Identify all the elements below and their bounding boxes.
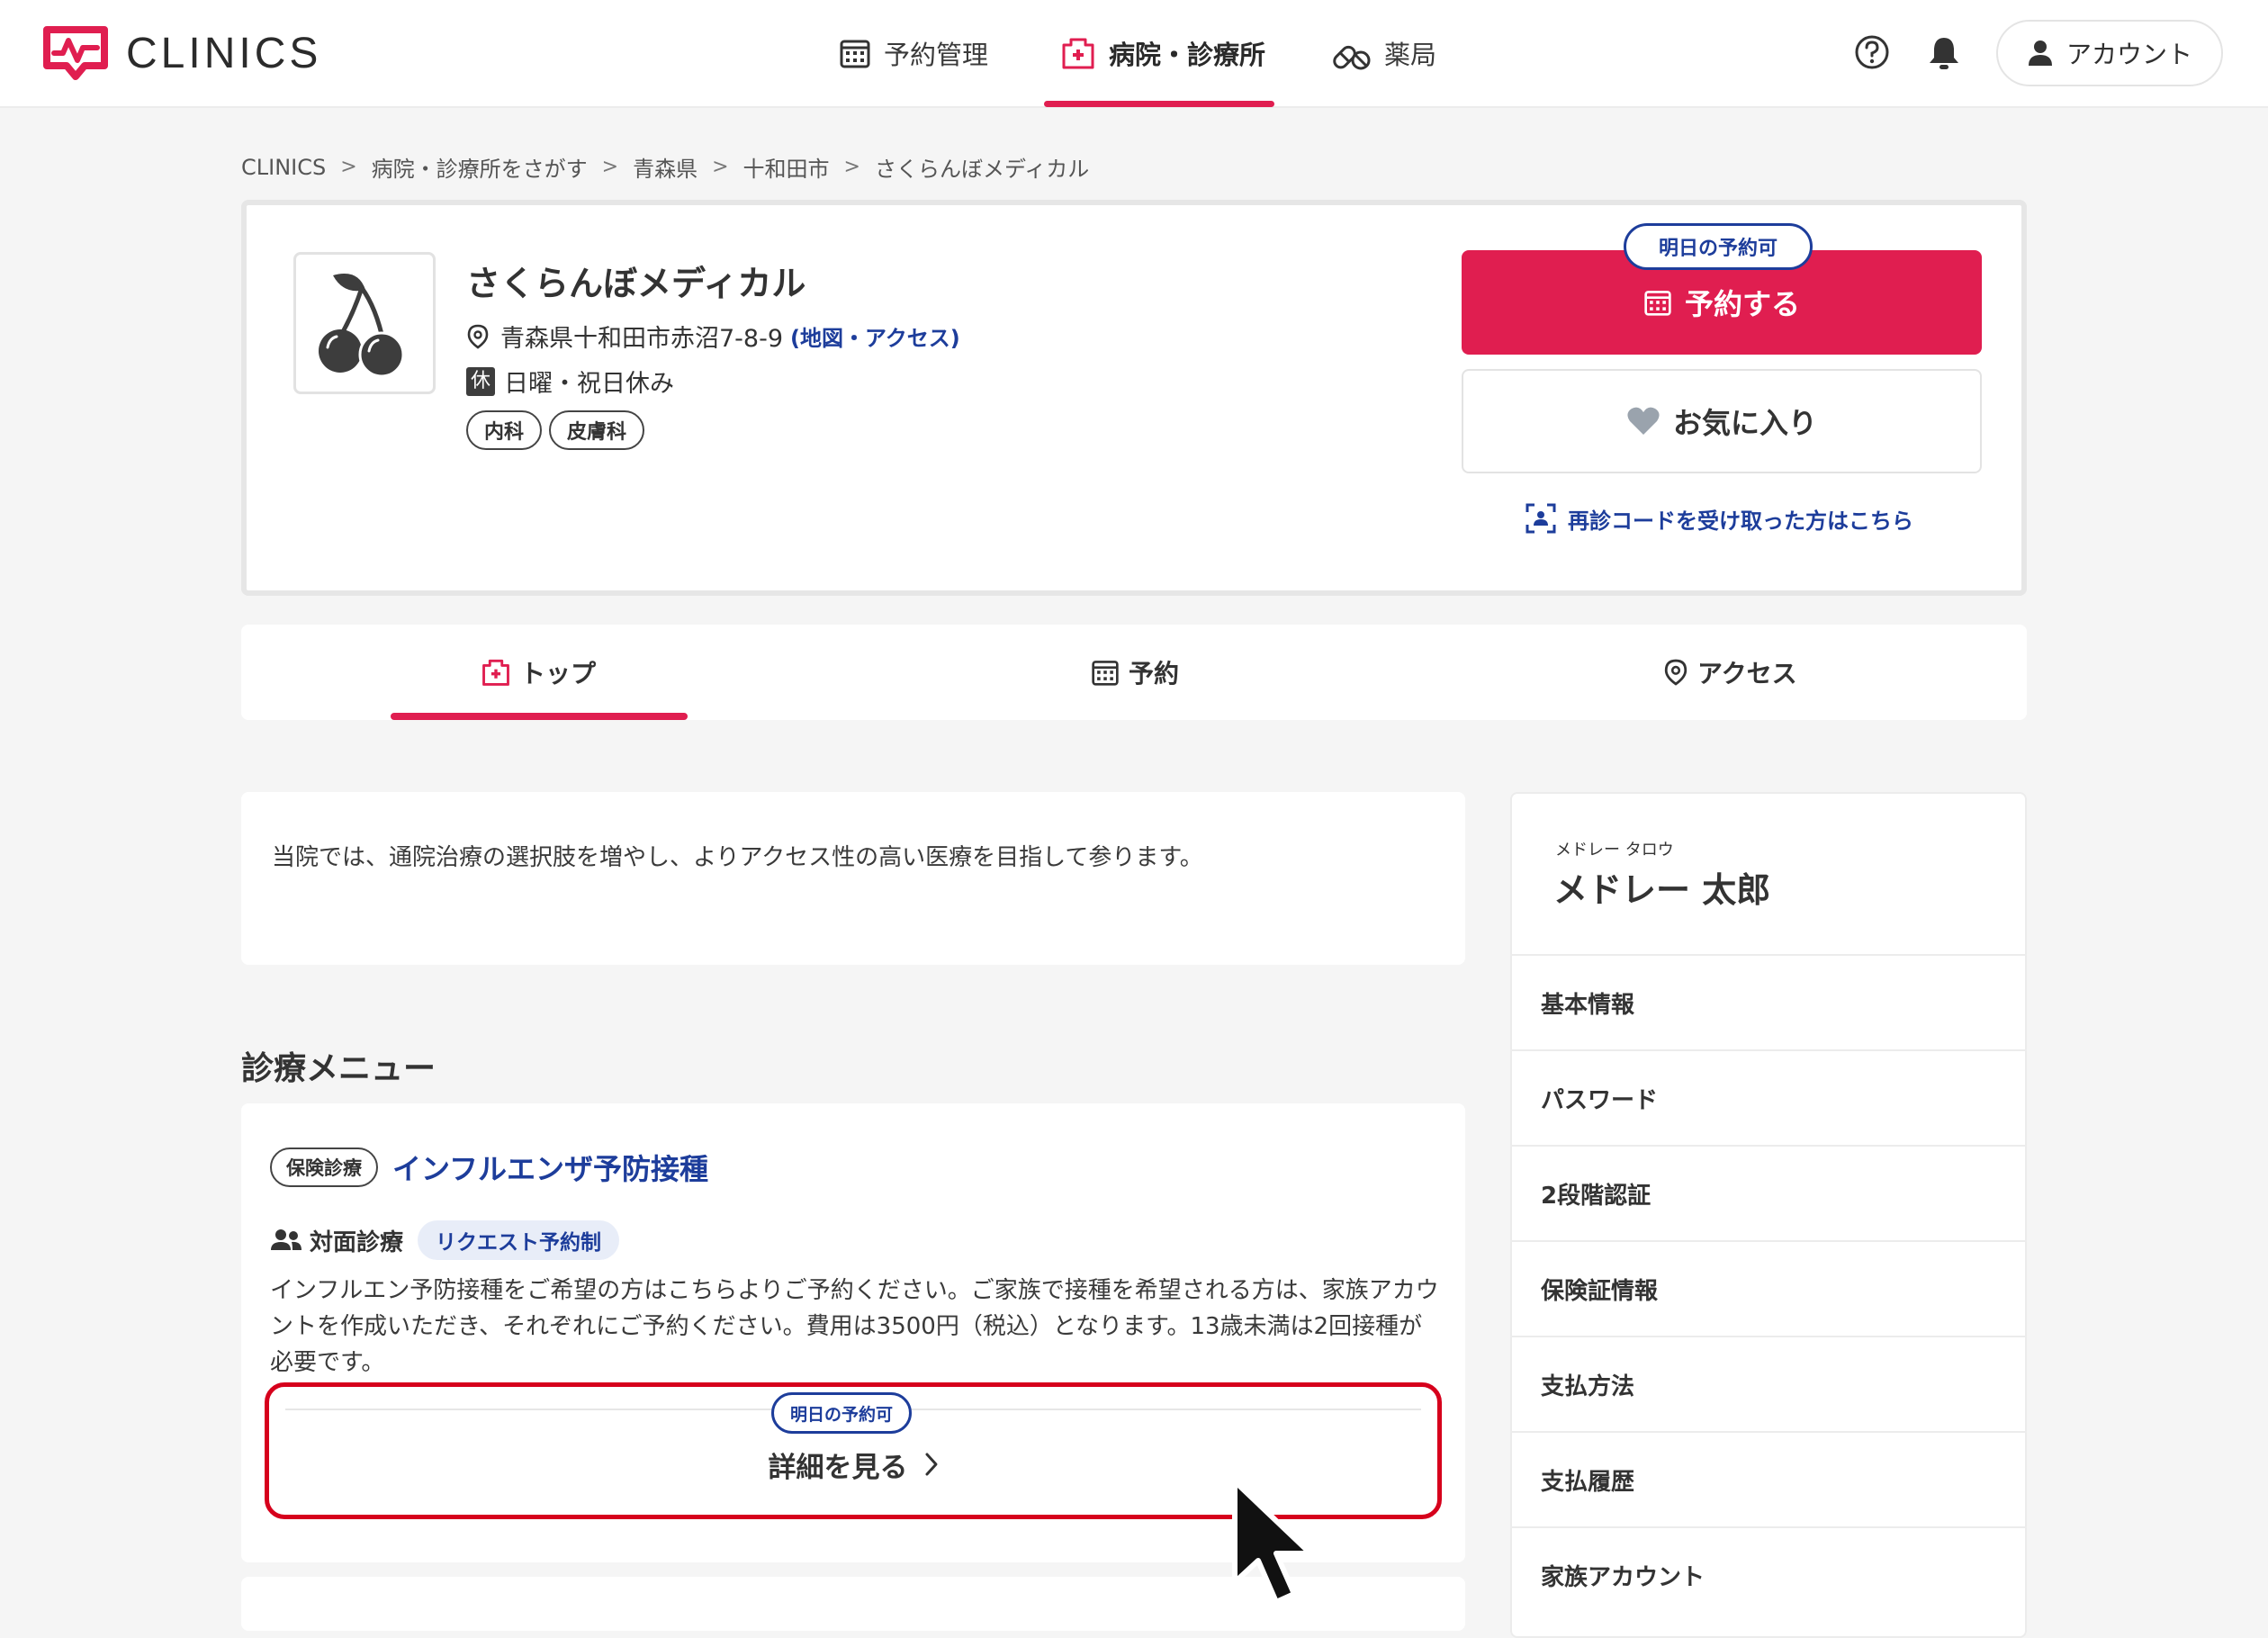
- revisit-label: 再診コードを受け取った方はこちら: [1568, 508, 1913, 534]
- map-pin-icon: [467, 324, 489, 349]
- clinic-closed-days: 休 日曜・祝日休み: [466, 364, 674, 399]
- revisit-code-link[interactable]: 再診コードを受け取った方はこちら: [1525, 502, 1913, 535]
- qr-scan-icon: [1526, 503, 1556, 534]
- map-pin-icon: [1664, 659, 1688, 686]
- chevron-right-icon: >: [340, 156, 357, 178]
- calendar-icon: [1092, 661, 1119, 686]
- logo-text: CLINICS: [126, 29, 322, 77]
- account-menu-payment-history[interactable]: 支払履歴: [1512, 1431, 2025, 1526]
- availability-badge: 明日の予約可: [1624, 223, 1813, 270]
- menu-section-title: 診療メニュー: [241, 1050, 436, 1087]
- view-details-label: 詳細を見る: [768, 1451, 908, 1484]
- breadcrumb-item[interactable]: 病院・診療所をさがす: [372, 151, 588, 183]
- bell-icon[interactable]: [1926, 34, 1962, 72]
- user-name-kana: メドレー タロウ: [1555, 841, 1674, 860]
- account-menu-payment-method[interactable]: 支払方法: [1512, 1336, 2025, 1431]
- menu-item-meta: 対面診療 リクエスト予約制: [270, 1220, 620, 1260]
- booking-type-badge: リクエスト予約制: [418, 1220, 620, 1260]
- tab-access[interactable]: アクセス: [1663, 625, 1797, 720]
- map-access-link[interactable]: (地図・アクセス): [790, 320, 960, 352]
- nav-label: 予約管理: [884, 40, 989, 70]
- menu-item-name[interactable]: インフルエンザ予防接種: [392, 1147, 708, 1188]
- favorite-button[interactable]: お気に入り: [1462, 369, 1982, 473]
- calendar-icon: [840, 40, 870, 68]
- clinic-logo: [293, 252, 436, 394]
- intro-card: 当院では、通院治療の選択肢を増やし、よりアクセス性の高い医療を目指して参ります。: [241, 792, 1465, 965]
- user-icon: [2028, 40, 2052, 66]
- hospital-icon: [482, 659, 509, 686]
- top-header: CLINICS 予約管理 病院・診療所 薬局 アカウント: [0, 0, 2268, 108]
- chevron-right-icon: >: [843, 156, 860, 178]
- tab-label: アクセス: [1697, 659, 1797, 688]
- account-button[interactable]: アカウント: [1996, 20, 2223, 86]
- nav-reservation-management[interactable]: 予約管理: [839, 0, 988, 106]
- cherry-icon: [319, 274, 405, 378]
- chevron-right-icon: >: [601, 156, 619, 178]
- account-label: アカウント: [2066, 40, 2192, 69]
- address-text: 青森県十和田市赤沼7-8-9: [500, 325, 784, 353]
- intro-text: 当院では、通院治療の選択肢を増やし、よりアクセス性の高い医療を目指して参ります。: [272, 844, 1203, 871]
- pill-icon: [1333, 45, 1371, 70]
- hospital-icon: [1062, 38, 1094, 69]
- account-menu-insurance[interactable]: 保険証情報: [1512, 1240, 2025, 1336]
- clinic-address: 青森県十和田市赤沼7-8-9 (地図・アクセス): [466, 319, 960, 354]
- chevron-right-icon: >: [712, 156, 729, 178]
- menu-item-description: インフルエン予防接種をご希望の方はこちらよりご予約ください。ご家族で接種を希望さ…: [270, 1277, 1439, 1376]
- availability-badge: 明日の予約可: [771, 1392, 912, 1434]
- breadcrumb: CLINICS > 病院・診療所をさがす > 青森県 > 十和田市 > さくらん…: [241, 151, 1089, 183]
- insurance-tag: 保険診療: [270, 1148, 378, 1187]
- breadcrumb-item[interactable]: 青森県: [633, 151, 698, 183]
- clinic-summary-card: さくらんぼメディカル 青森県十和田市赤沼7-8-9 (地図・アクセス) 休 日曜…: [241, 200, 2027, 596]
- breadcrumb-item[interactable]: 十和田市: [743, 151, 830, 183]
- account-menu-password[interactable]: パスワード: [1512, 1049, 2025, 1145]
- nav-label: 薬局: [1384, 40, 1437, 70]
- tab-label: 予約: [1129, 659, 1180, 688]
- clinic-name: さくらんぼメディカル: [466, 264, 806, 303]
- clinic-tabs: トップ 予約 アクセス: [241, 625, 2027, 720]
- clinics-logo[interactable]: CLINICS: [41, 23, 321, 83]
- breadcrumb-item[interactable]: CLINICS: [241, 155, 326, 180]
- nav-label: 病院・診療所: [1109, 40, 1266, 70]
- account-menu-family-account[interactable]: 家族アカウント: [1512, 1526, 2025, 1622]
- people-icon: [271, 1229, 302, 1250]
- tab-reservation[interactable]: 予約: [1091, 625, 1179, 720]
- clinics-logo-icon: [43, 26, 108, 80]
- calendar-icon: [1644, 291, 1671, 316]
- reserve-label: 予約する: [1684, 287, 1800, 321]
- department-tag: 内科: [466, 410, 543, 450]
- department-tag: 皮膚科: [549, 410, 645, 450]
- account-menu-basic-info[interactable]: 基本情報: [1512, 954, 2025, 1049]
- tab-label: トップ: [520, 659, 597, 688]
- user-name: メドレー 太郎: [1553, 870, 1771, 910]
- nav-hospitals[interactable]: 病院・診療所: [1060, 0, 1265, 106]
- tab-top[interactable]: トップ: [481, 625, 596, 720]
- closed-days-text: 日曜・祝日休み: [504, 370, 674, 398]
- menu-item-header: 保険診療 インフルエンザ予防接種: [270, 1147, 708, 1188]
- breadcrumb-current: さくらんぼメディカル: [874, 157, 1090, 182]
- account-menu-two-factor[interactable]: 2段階認証: [1512, 1145, 2025, 1240]
- heart-icon: [1627, 407, 1660, 435]
- favorite-label: お気に入り: [1672, 406, 1817, 440]
- nav-active-indicator: [1044, 101, 1274, 107]
- chevron-right-icon: [925, 1453, 937, 1476]
- account-menu-panel: メドレー タロウ メドレー 太郎 基本情報 パスワード 2段階認証 保険証情報 …: [1510, 792, 2027, 1638]
- nav-pharmacy[interactable]: 薬局: [1332, 0, 1436, 106]
- visit-type: 対面診療: [310, 1228, 404, 1256]
- mouse-cursor-icon: [1232, 1479, 1313, 1605]
- tab-active-indicator: [391, 713, 688, 720]
- closed-badge: 休: [466, 366, 495, 396]
- help-icon[interactable]: [1854, 34, 1890, 70]
- department-tags: 内科 皮膚科: [466, 410, 652, 450]
